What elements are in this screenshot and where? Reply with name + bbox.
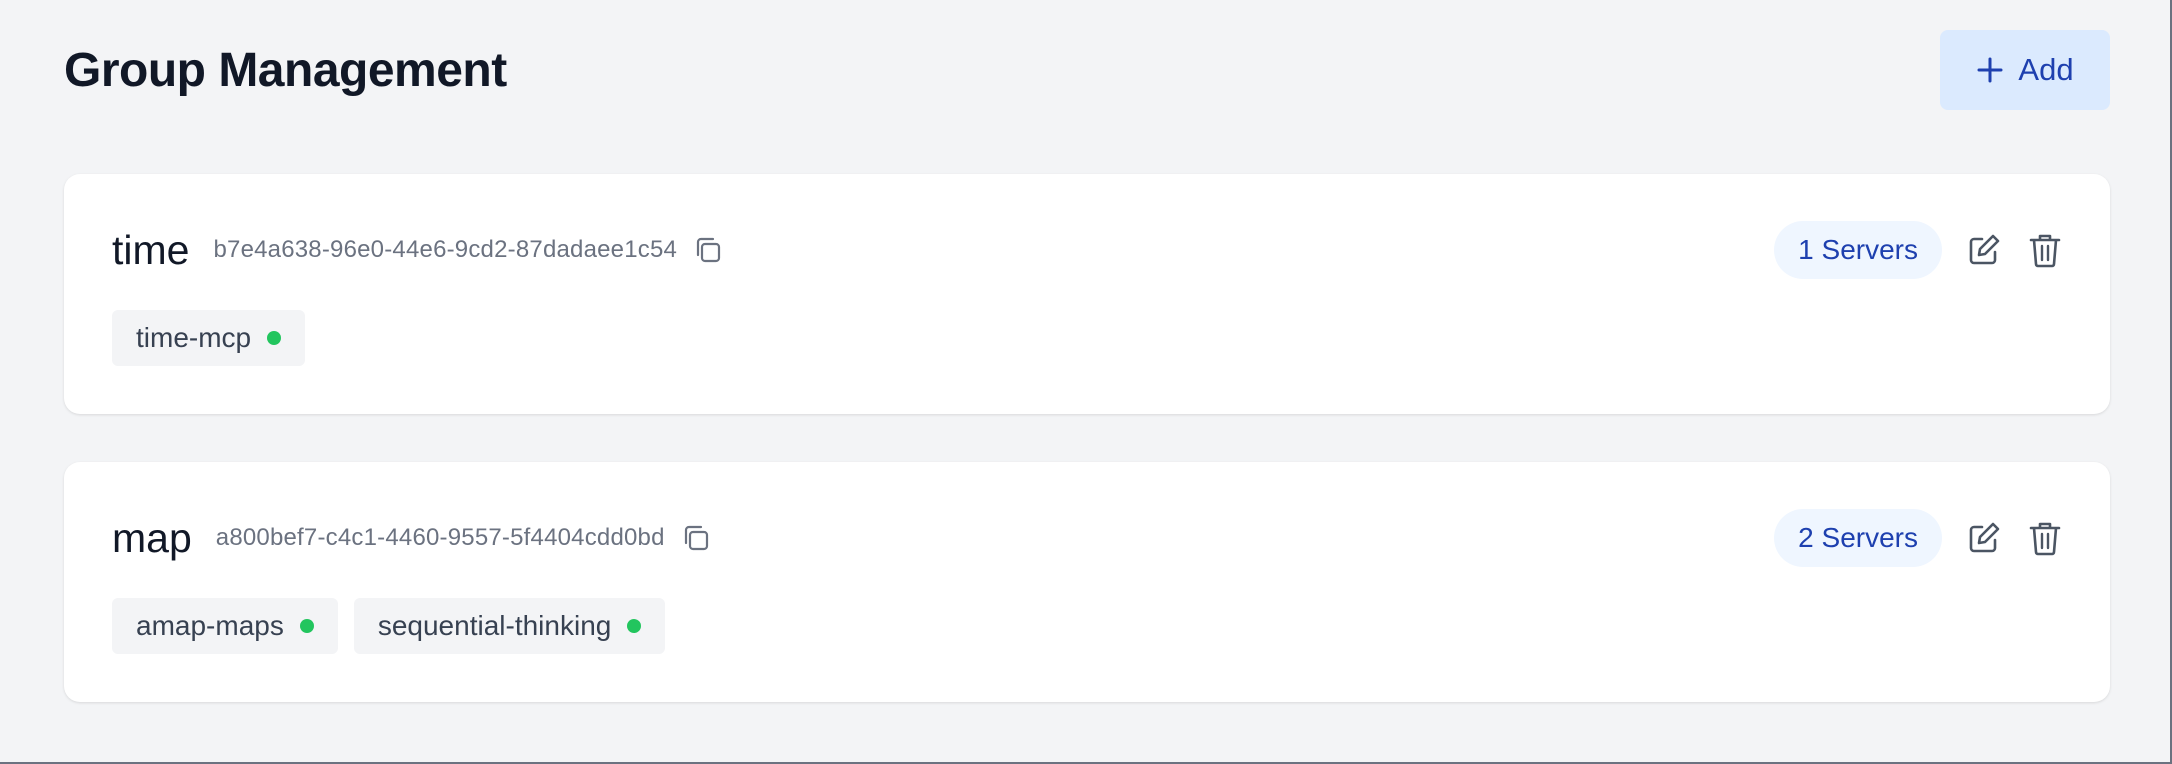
status-dot — [627, 619, 642, 633]
plus-icon — [1976, 56, 2004, 84]
group-card: time b7e4a638-96e0-44e6-9cd2-87dadaee1c5… — [64, 174, 2110, 414]
delete-icon[interactable] — [2028, 232, 2062, 268]
server-tag-label: amap-maps — [136, 610, 284, 641]
page-title: Group Management — [64, 43, 507, 97]
edit-icon[interactable] — [1966, 520, 2002, 556]
status-dot — [267, 331, 282, 345]
group-card-header: map a800bef7-c4c1-4460-9557-5f4404cdd0bd… — [112, 508, 2062, 568]
status-dot — [299, 619, 314, 633]
group-id: a800bef7-c4c1-4460-9557-5f4404cdd0bd — [215, 524, 665, 551]
add-group-button[interactable]: Add — [1940, 30, 2110, 110]
server-tag-list: amap-maps sequential-thinking — [112, 598, 666, 654]
group-name: time — [112, 226, 190, 273]
copy-icon[interactable] — [693, 235, 723, 265]
group-management-page: Group Management Add time b7e4a638-96e0-… — [0, 0, 2172, 764]
server-count-badge: 1 Servers — [1774, 221, 1942, 279]
server-tag: time-mcp — [112, 310, 306, 366]
server-tag-list: time-mcp — [112, 310, 306, 366]
add-button-label: Add — [2018, 52, 2074, 87]
page-header: Group Management Add — [64, 30, 2110, 110]
edit-icon[interactable] — [1966, 232, 2002, 268]
server-count-badge: 2 Servers — [1774, 509, 1942, 567]
server-tag: amap-maps — [112, 598, 338, 654]
group-card: map a800bef7-c4c1-4460-9557-5f4404cdd0bd… — [64, 462, 2110, 702]
group-name: map — [112, 514, 192, 561]
copy-icon[interactable] — [681, 523, 711, 553]
delete-icon[interactable] — [2028, 520, 2062, 556]
server-tag: sequential-thinking — [353, 598, 666, 654]
server-tag-label: time-mcp — [136, 322, 252, 353]
server-tag-label: sequential-thinking — [377, 610, 612, 641]
group-id: b7e4a638-96e0-44e6-9cd2-87dadaee1c54 — [213, 236, 678, 263]
group-card-header: time b7e4a638-96e0-44e6-9cd2-87dadaee1c5… — [112, 220, 2062, 280]
